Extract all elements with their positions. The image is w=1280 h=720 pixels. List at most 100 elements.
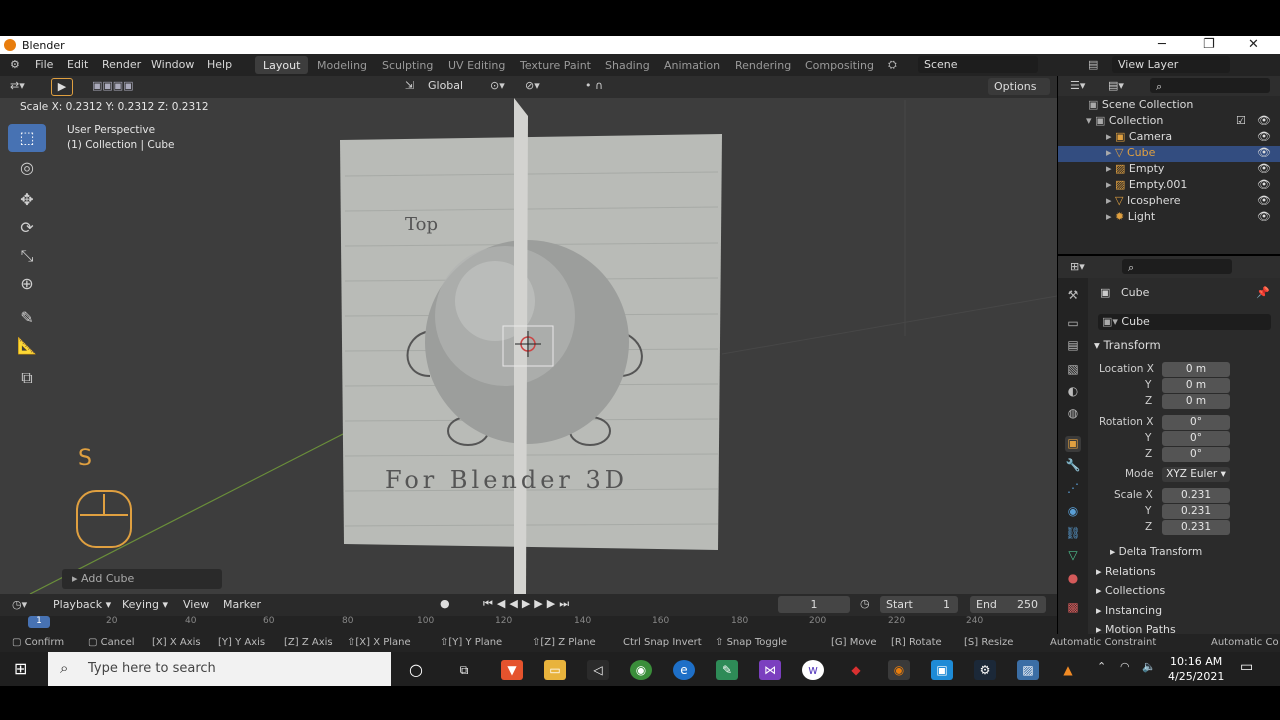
menu-window[interactable]: Window (151, 58, 194, 71)
eye-icon[interactable]: 👁 (1257, 162, 1271, 175)
annotate-tool-icon[interactable]: ✎ (8, 304, 46, 332)
scene-tab-icon[interactable]: ◐ (1065, 384, 1081, 400)
collections-section[interactable]: ▸ Collections (1096, 584, 1165, 597)
maximize-button[interactable]: ❐ (1203, 37, 1215, 52)
blender-taskbar-icon[interactable]: ◉ (888, 660, 910, 680)
options-dropdown[interactable]: Options (988, 78, 1050, 95)
material-tab-icon[interactable]: ● (1065, 571, 1081, 587)
clock-date[interactable]: 4/25/2021 (1168, 670, 1224, 683)
properties-editor-icon[interactable]: ⊞▾ (1070, 260, 1085, 273)
properties-search[interactable]: ⌕ (1122, 259, 1232, 274)
clock-icon[interactable]: ◷▾ (12, 598, 27, 611)
rotation-z-field[interactable]: 0° (1162, 447, 1230, 462)
snap-icon[interactable]: ⊘▾ (525, 79, 540, 92)
eye-icon[interactable]: 👁 (1257, 178, 1271, 191)
instancing-section[interactable]: ▸ Instancing (1096, 604, 1162, 617)
eye-icon[interactable]: 👁 (1257, 194, 1271, 207)
transform-panel-header[interactable]: ▾ Transform (1094, 338, 1161, 352)
checkbox-icon[interactable]: ☑ (1236, 114, 1246, 127)
location-z-field[interactable]: 0 m (1162, 394, 1230, 409)
vlc-icon[interactable]: ▲ (1057, 660, 1079, 680)
texture-tab-icon[interactable]: ▩ (1065, 600, 1081, 616)
tab-compositing[interactable]: Compositing (797, 56, 882, 74)
notifications-icon[interactable]: ▭ (1240, 659, 1253, 675)
cursor-tool-icon[interactable]: ◎ (8, 154, 46, 182)
marker-menu[interactable]: Marker (223, 598, 261, 611)
rotation-x-field[interactable]: 0° (1162, 415, 1230, 430)
scale-y-field[interactable]: 0.231 (1162, 504, 1230, 519)
pin-icon[interactable]: 📌 (1256, 286, 1270, 299)
rotation-y-field[interactable]: 0° (1162, 431, 1230, 446)
file-explorer-icon[interactable]: ▭ (544, 660, 566, 680)
3d-viewport[interactable]: Top For Blender 3D Scale X: 0.2312 Y: 0.… (0, 76, 1057, 594)
physics-tab-icon[interactable]: ◉ (1065, 504, 1081, 520)
cortana-icon[interactable]: ○ (405, 660, 427, 680)
tab-rendering[interactable]: Rendering (727, 56, 799, 74)
tab-layout[interactable]: Layout (255, 56, 309, 74)
transform-tool-icon[interactable]: ⊕ (8, 270, 46, 298)
tab-texture-paint[interactable]: Texture Paint (512, 56, 599, 74)
display-mode-icon[interactable]: ▤▾ (1108, 79, 1124, 92)
location-y-field[interactable]: 0 m (1162, 378, 1230, 393)
editor-type-icon[interactable]: ⇄▾ (10, 79, 25, 92)
tab-modeling[interactable]: Modeling (309, 56, 375, 74)
constraints-tab-icon[interactable]: ⛓ (1065, 526, 1081, 542)
select-box-tool-icon[interactable]: ⬚ (8, 124, 46, 152)
outliner-row-cube[interactable]: ▸ ▽ Cube 👁 (1058, 146, 1280, 162)
keying-menu[interactable]: Keying ▾ (122, 598, 168, 611)
wifi-icon[interactable]: ◠ (1120, 660, 1130, 673)
rotate-tool-icon[interactable]: ⟳ (8, 214, 46, 242)
current-frame-field[interactable]: 1 (778, 596, 850, 613)
start-frame-field[interactable]: Start 1 (880, 596, 958, 613)
end-frame-field[interactable]: End 250 (970, 596, 1046, 613)
scale-z-field[interactable]: 0.231 (1162, 520, 1230, 535)
notepad-icon[interactable]: ✎ (716, 660, 738, 680)
data-tab-icon[interactable]: ▽ (1065, 548, 1081, 564)
playback-menu[interactable]: Playback ▾ (53, 598, 111, 611)
tray-chevron-icon[interactable]: ⌃ (1097, 660, 1106, 673)
object-name-field[interactable]: ▣▾ Cube (1098, 314, 1271, 330)
tab-shading[interactable]: Shading (597, 56, 658, 74)
view-menu[interactable]: View (183, 598, 209, 611)
view-layer-tab-icon[interactable]: ▧ (1065, 362, 1081, 378)
edge-icon[interactable]: e (673, 660, 695, 680)
windows-start-icon[interactable]: ⊞ (14, 659, 27, 678)
playhead[interactable]: 1 (28, 616, 50, 628)
world-tab-icon[interactable]: ◍ (1065, 406, 1081, 422)
eye-icon[interactable]: 👁 (1257, 130, 1271, 143)
tab-animation[interactable]: Animation (656, 56, 728, 74)
blender-menu-icon[interactable]: ⚙ (10, 58, 20, 71)
minimize-button[interactable]: ─ (1158, 37, 1166, 52)
steam-icon[interactable]: ⚙ (974, 660, 996, 680)
relations-section[interactable]: ▸ Relations (1096, 565, 1156, 578)
menu-help[interactable]: Help (207, 58, 232, 71)
timeline-ruler[interactable]: 1 20 40 60 80 100 120 140 160 180 200 22… (0, 616, 1057, 634)
pivot-icon[interactable]: ⊙▾ (490, 79, 505, 92)
proportional-edit-icon[interactable]: • ∩ (585, 79, 603, 92)
scene-collection-row[interactable]: ▣ Scene Collection (1058, 98, 1280, 114)
sublime-icon[interactable]: ◁ (587, 660, 609, 680)
tab-sculpting[interactable]: Sculpting (374, 56, 441, 74)
add-cube-tool-icon[interactable]: ⧉ (8, 364, 46, 392)
app-w-icon[interactable]: w (802, 660, 824, 680)
particles-tab-icon[interactable]: ⋰ (1065, 481, 1081, 497)
object-tab-icon[interactable]: ▣ (1065, 436, 1081, 452)
visual-studio-icon[interactable]: ⋈ (759, 660, 781, 680)
select-mode-icon[interactable]: ▶ (51, 78, 73, 96)
record-icon[interactable]: ● (440, 597, 450, 610)
outliner-row-light[interactable]: ▸ ✹ Light 👁 (1058, 210, 1280, 226)
outliner-row-camera[interactable]: ▸ ▣ Camera 👁 (1058, 130, 1280, 146)
location-x-field[interactable]: 0 m (1162, 362, 1230, 377)
ruby-icon[interactable]: ◆ (845, 660, 867, 680)
clock-time[interactable]: 10:16 AM (1170, 655, 1222, 668)
tab-uv-editing[interactable]: UV Editing (440, 56, 513, 74)
close-button[interactable]: ✕ (1248, 37, 1259, 52)
selection-modes-icon[interactable]: ▣▣▣▣ (92, 79, 134, 92)
render-tab-icon[interactable]: ▭ (1065, 316, 1081, 332)
outliner-row-icosphere[interactable]: ▸ ▽ Icosphere 👁 (1058, 194, 1280, 210)
outliner-row-empty001[interactable]: ▸ ▨ Empty.001 👁 (1058, 178, 1280, 194)
eye-icon[interactable]: 👁 (1257, 146, 1271, 159)
eye-icon[interactable]: 👁 (1257, 210, 1271, 223)
volume-icon[interactable]: 🔈 (1142, 660, 1156, 673)
output-tab-icon[interactable]: ▤ (1065, 338, 1081, 354)
